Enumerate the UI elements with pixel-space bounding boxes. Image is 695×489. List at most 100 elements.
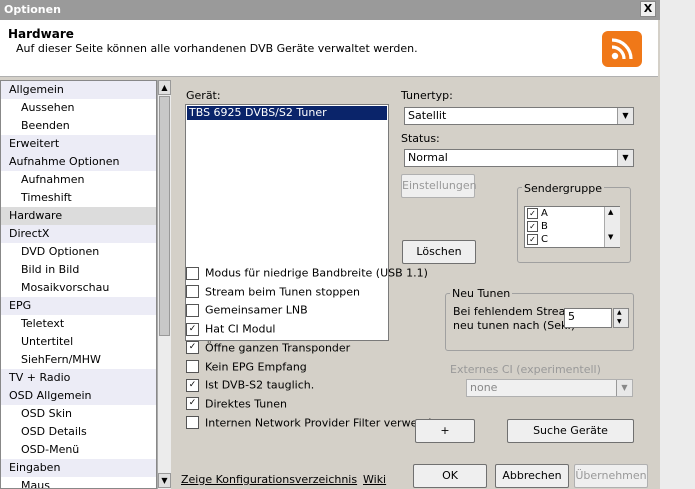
- sidebar-item[interactable]: Bild in Bild: [1, 261, 156, 279]
- neu-tunen-value: 5: [568, 310, 575, 323]
- sidebar-item[interactable]: OSD Skin: [1, 405, 156, 423]
- option-checkbox[interactable]: Internen Network Provider Filter verwend…: [186, 416, 445, 432]
- scroll-up-button[interactable]: ▲: [158, 80, 171, 95]
- search-devices-button[interactable]: Suche Geräte: [507, 419, 634, 443]
- status-label: Status:: [401, 132, 440, 145]
- sidebar-item[interactable]: DirectX: [1, 225, 156, 243]
- sidebar-scrollbar[interactable]: ▲ ▼: [157, 80, 171, 489]
- tuner-type-label: Tunertyp:: [401, 89, 453, 102]
- checkbox-checked-icon[interactable]: ✓: [186, 397, 199, 411]
- sidebar-item[interactable]: Aussehen: [1, 99, 156, 117]
- close-icon: X: [643, 2, 653, 15]
- sendergruppe-list[interactable]: ✓ A ✓ B ✓ C ▲ ▼: [524, 206, 620, 248]
- window-title: Optionen: [4, 3, 61, 16]
- sidebar-item[interactable]: OSD Allgemein: [1, 387, 156, 405]
- option-label: Ist DVB-S2 tauglich.: [205, 378, 315, 392]
- config-dir-link[interactable]: Zeige Konfigurationsverzeichnis: [181, 473, 357, 486]
- apply-button[interactable]: Übernehmen: [574, 464, 648, 488]
- sidebar-item[interactable]: DVD Optionen: [1, 243, 156, 261]
- checkbox-icon[interactable]: [186, 266, 199, 280]
- main-panel: Gerät: TBS 6925 DVBS/S2 Tuner Tunertyp: …: [172, 80, 658, 489]
- checkbox-checked-icon[interactable]: ✓: [527, 221, 538, 232]
- sendergruppe-item[interactable]: ✓ C: [527, 234, 548, 247]
- sidebar-item[interactable]: SiehFern/MHW: [1, 351, 156, 369]
- scroll-thumb[interactable]: [159, 96, 170, 336]
- status-select[interactable]: Normal ▼: [404, 149, 634, 167]
- checkbox-icon[interactable]: [186, 285, 199, 299]
- device-item[interactable]: TBS 6925 DVBS/S2 Tuner: [187, 106, 387, 120]
- spin-down-icon: ▼: [617, 318, 622, 325]
- neu-tunen-text-line1: Bei fehlendem Stream: [453, 305, 577, 318]
- option-label: Öffne ganzen Transponder: [205, 341, 351, 355]
- externes-ci-value: none: [470, 381, 498, 394]
- options-list: Modus für niedrige Bandbreite (USB 1.1) S…: [172, 266, 472, 436]
- sidebar-item[interactable]: OSD Details: [1, 423, 156, 441]
- sidebar-item[interactable]: TV + Radio: [1, 369, 156, 387]
- page-header: Hardware Auf dieser Seite können alle vo…: [0, 20, 658, 77]
- checkbox-checked-icon[interactable]: ✓: [186, 322, 199, 336]
- sidebar-item[interactable]: Timeshift: [1, 189, 156, 207]
- chevron-down-icon: ▼: [617, 108, 633, 124]
- sidebar-item[interactable]: Mosaikvorschau: [1, 279, 156, 297]
- option-checkbox[interactable]: Gemeinsamer LNB: [186, 303, 308, 319]
- status-value: Normal: [408, 151, 448, 164]
- sidebar-item[interactable]: EPG: [1, 297, 156, 315]
- sendergruppe-item[interactable]: ✓ A: [527, 208, 548, 221]
- sidebar-item[interactable]: Allgemein: [1, 81, 156, 99]
- tuner-type-select[interactable]: Satellit ▼: [404, 107, 634, 125]
- option-checkbox[interactable]: Stream beim Tunen stoppen: [186, 285, 360, 301]
- page-subtitle: Auf dieser Seite können alle vorhandenen…: [16, 42, 418, 55]
- neu-tunen-spinner[interactable]: ▲ ▼: [613, 308, 629, 328]
- sendergruppe-item-label: C: [541, 234, 548, 245]
- sidebar-item[interactable]: Erweitert: [1, 135, 156, 153]
- close-button[interactable]: X: [640, 1, 656, 17]
- add-button[interactable]: +: [415, 419, 475, 443]
- externes-ci-label: Externes CI (experimentell): [448, 363, 603, 376]
- sidebar-item[interactable]: Eingaben: [1, 459, 156, 477]
- option-label: Direktes Tunen: [205, 397, 287, 411]
- cancel-button[interactable]: Abbrechen: [495, 464, 569, 488]
- background-window: [660, 0, 695, 489]
- sidebar-item[interactable]: Teletext: [1, 315, 156, 333]
- neu-tunen-input[interactable]: 5: [564, 308, 612, 328]
- checkbox-checked-icon[interactable]: ✓: [527, 208, 538, 219]
- settings-button[interactable]: Einstellungen: [401, 174, 477, 198]
- checkbox-icon[interactable]: [186, 416, 199, 430]
- sendergruppe-item[interactable]: ✓ B: [527, 221, 548, 234]
- sidebar: Allgemein Aussehen Beenden Erweitert Aufnahm…: [0, 80, 157, 489]
- ok-button[interactable]: OK: [413, 464, 487, 488]
- sendergruppe-label: Sendergruppe: [522, 182, 605, 195]
- delete-button[interactable]: Löschen: [402, 240, 476, 264]
- checkbox-icon[interactable]: [186, 303, 199, 317]
- option-checkbox[interactable]: ✓ Direktes Tunen: [186, 397, 287, 413]
- externes-ci-select[interactable]: none ▼: [466, 379, 633, 397]
- checkbox-icon[interactable]: [186, 360, 199, 373]
- tuner-type-value: Satellit: [408, 109, 447, 122]
- option-checkbox[interactable]: Modus für niedrige Bandbreite (USB 1.1): [186, 266, 428, 282]
- option-checkbox[interactable]: ✓ Hat CI Modul: [186, 322, 275, 338]
- neu-tunen-text-line2: neu tunen nach (Sek.): [453, 319, 576, 332]
- sidebar-item[interactable]: Maus: [1, 477, 156, 488]
- option-checkbox[interactable]: Kein EPG Empfang: [186, 360, 307, 376]
- sendergruppe-scrollbar[interactable]: ▲ ▼: [604, 207, 620, 247]
- wiki-link[interactable]: Wiki: [363, 473, 386, 486]
- sendergruppe-item-label: A: [541, 208, 548, 219]
- sidebar-item[interactable]: Aufnahmen: [1, 171, 156, 189]
- chevron-down-icon: ▼: [616, 380, 632, 396]
- chevron-up-icon: ▲: [608, 208, 614, 216]
- sidebar-item[interactable]: Aufnahme Optionen: [1, 153, 156, 171]
- sidebar-item[interactable]: Hardware: [1, 207, 156, 225]
- checkbox-checked-icon[interactable]: ✓: [186, 378, 199, 392]
- checkbox-checked-icon[interactable]: ✓: [527, 234, 538, 245]
- option-label: Hat CI Modul: [205, 322, 276, 336]
- sidebar-item[interactable]: Beenden: [1, 117, 156, 135]
- option-checkbox[interactable]: ✓ Ist DVB-S2 tauglich.: [186, 378, 314, 394]
- checkbox-checked-icon[interactable]: ✓: [186, 341, 199, 355]
- sidebar-item[interactable]: OSD-Menü: [1, 441, 156, 459]
- sidebar-item[interactable]: Untertitel: [1, 333, 156, 351]
- chevron-down-icon: ▼: [608, 233, 614, 241]
- option-label: Stream beim Tunen stoppen: [205, 285, 361, 299]
- rss-icon: [602, 31, 642, 67]
- scroll-down-button[interactable]: ▼: [158, 473, 171, 488]
- option-checkbox[interactable]: ✓ Öffne ganzen Transponder: [186, 341, 350, 357]
